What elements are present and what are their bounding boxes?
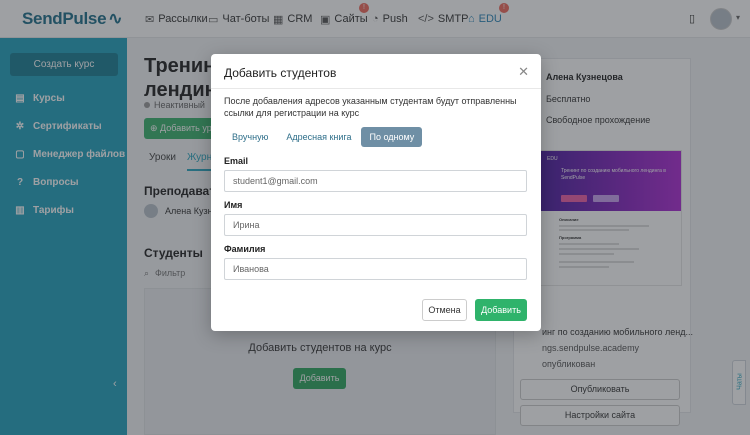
add-students-modal: Добавить студентов ✕ После добавления ад… <box>211 54 541 331</box>
cancel-button[interactable]: Отмена <box>422 299 467 321</box>
name-label: Имя <box>224 200 243 210</box>
close-icon[interactable]: ✕ <box>518 64 529 80</box>
add-button[interactable]: Добавить <box>475 299 527 321</box>
mode-tabs: Вручную Адресная книга По одному <box>224 127 424 147</box>
surname-label: Фамилия <box>224 244 266 254</box>
email-label: Email <box>224 156 249 166</box>
divider <box>211 88 541 89</box>
tab-manual[interactable]: Вручную <box>224 127 276 147</box>
modal-description: После добавления адресов указанным студе… <box>224 96 517 118</box>
surname-field[interactable]: Иванова <box>224 258 527 280</box>
tab-one-by-one[interactable]: По одному <box>361 127 423 147</box>
name-field[interactable]: Ирина <box>224 214 527 236</box>
email-field[interactable]: student1@gmail.com <box>224 170 527 192</box>
modal-title: Добавить студентов <box>224 66 337 80</box>
tab-address-book[interactable]: Адресная книга <box>278 127 359 147</box>
